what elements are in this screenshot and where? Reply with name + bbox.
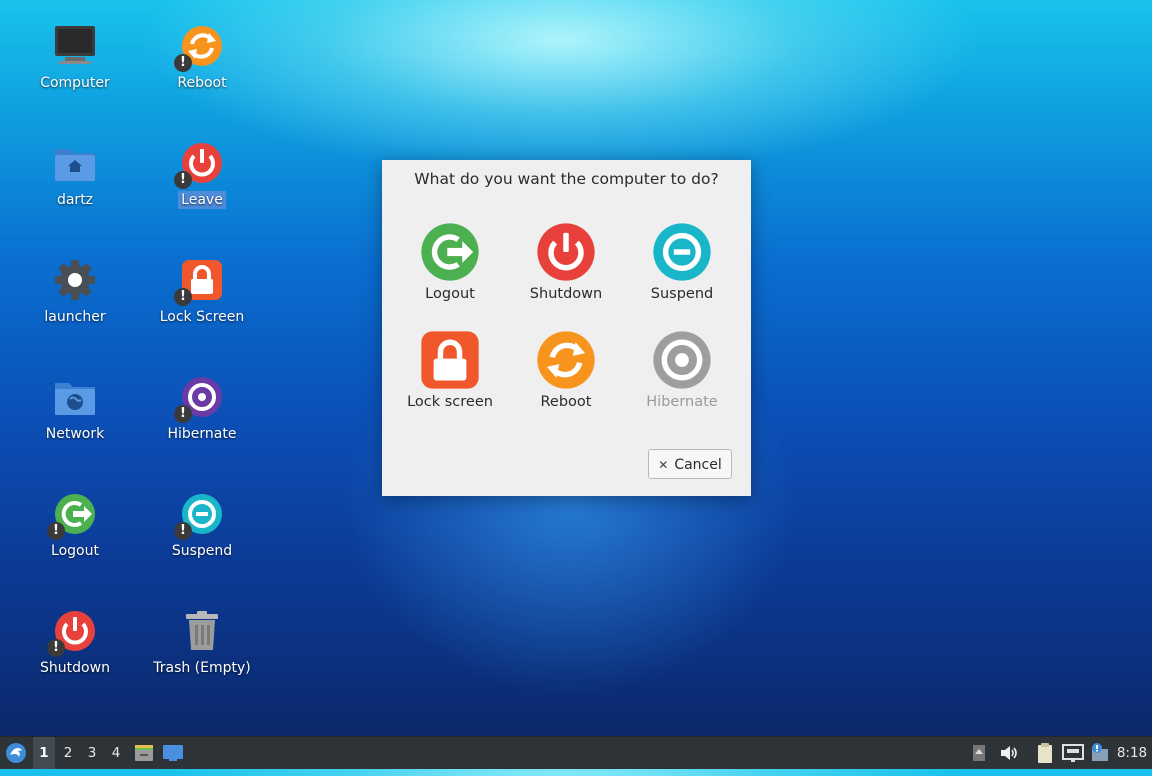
dialog-title: What do you want the computer to do? [414, 170, 719, 188]
computer-icon [53, 24, 97, 68]
lock-screen-button[interactable]: Lock screen [392, 330, 508, 426]
show-desktop-button[interactable] [161, 737, 185, 769]
reboot-icon: ! [174, 24, 224, 72]
close-icon: ✕ [658, 458, 669, 472]
hibernate-button: Hibernate [624, 330, 740, 426]
workspace-4-button[interactable]: 4 [105, 737, 127, 769]
desktop-icon-suspend[interactable]: ! Suspend [147, 474, 257, 578]
network-button[interactable] [1061, 737, 1085, 769]
warning-badge-icon: ! [174, 54, 192, 72]
action-label: Shutdown [529, 286, 603, 302]
action-label: Logout [425, 286, 475, 302]
file-manager-icon [135, 745, 153, 761]
volume-icon [1001, 746, 1017, 760]
warning-badge-icon: ! [47, 522, 65, 540]
clock[interactable]: 8:18 [1114, 737, 1150, 769]
clipboard-button[interactable] [1034, 737, 1056, 769]
home-folder-icon [53, 141, 97, 185]
volume-button[interactable] [997, 737, 1021, 769]
expand-up-icon [973, 745, 985, 761]
desktop-icon-label: Logout [51, 543, 99, 559]
warning-badge-icon: ! [47, 639, 65, 657]
warning-badge-icon: ! [174, 522, 192, 540]
desktop-icon-label: Trash (Empty) [153, 660, 251, 676]
action-label: Hibernate [646, 394, 718, 410]
desktop-icon-computer[interactable]: Computer [20, 6, 130, 110]
desktop-icon-label: Network [45, 426, 105, 442]
file-manager-button[interactable] [133, 737, 155, 769]
desktop-icon-label: Leave [178, 191, 226, 209]
updates-icon [1092, 743, 1108, 761]
logout-button[interactable]: Logout [392, 222, 508, 318]
reboot-icon [536, 330, 596, 390]
desktop-icon-trash[interactable]: Trash (Empty) [147, 591, 257, 695]
shutdown-icon [536, 222, 596, 282]
action-label: Lock screen [407, 394, 493, 410]
desktop-icon-label: Hibernate [167, 426, 237, 442]
desktop-icon [163, 745, 183, 761]
desktop-icon-reboot[interactable]: ! Reboot [147, 6, 257, 110]
desktop-icon-leave[interactable]: ! Leave [147, 123, 257, 227]
trash-icon [180, 609, 224, 653]
hibernate-icon [652, 330, 712, 390]
tray-toggle-button[interactable] [970, 737, 988, 769]
action-label: Reboot [540, 394, 592, 410]
desktop-icon-hibernate[interactable]: ! Hibernate [147, 357, 257, 461]
desktop-icon-logout[interactable]: ! Logout [20, 474, 130, 578]
logout-dialog: What do you want the computer to do? Log… [382, 160, 751, 496]
gear-icon [53, 258, 97, 302]
action-label: Suspend [650, 286, 714, 302]
network-folder-icon [53, 375, 97, 419]
reboot-button[interactable]: Reboot [508, 330, 624, 426]
warning-badge-icon: ! [174, 171, 192, 189]
lock-icon [420, 330, 480, 390]
desktop-icon-label: Shutdown [40, 660, 110, 676]
network-wired-icon [1062, 744, 1084, 762]
start-menu-button[interactable] [2, 737, 30, 769]
desktop-icon-home[interactable]: dartz [20, 123, 130, 227]
suspend-button[interactable]: Suspend [624, 222, 740, 318]
cancel-button[interactable]: ✕ Cancel [648, 449, 732, 479]
lock-icon: ! [174, 258, 224, 306]
desktop-icon-label: Reboot [177, 75, 227, 91]
desktop-icon-label: Computer [40, 75, 110, 91]
hibernate-icon: ! [174, 375, 224, 423]
taskbar: 1 2 3 4 8:18 [0, 736, 1152, 769]
power-icon: ! [174, 141, 224, 189]
desktop-icon-label: launcher [44, 309, 106, 325]
desktop-icon-label: Lock Screen [159, 309, 245, 325]
shutdown-icon: ! [47, 609, 97, 657]
suspend-icon: ! [174, 492, 224, 540]
app-menu-icon [6, 743, 26, 763]
workspace-3-button[interactable]: 3 [81, 737, 103, 769]
logout-icon [420, 222, 480, 282]
notification-button[interactable] [1089, 737, 1111, 769]
desktop-icon-network[interactable]: Network [20, 357, 130, 461]
workspace-1-button[interactable]: 1 [33, 737, 55, 769]
workspace-2-button[interactable]: 2 [57, 737, 79, 769]
desktop-icon-label: Suspend [171, 543, 233, 559]
cancel-label: Cancel [674, 457, 722, 473]
desktop-icon-lock-screen[interactable]: ! Lock Screen [147, 240, 257, 344]
logout-icon: ! [47, 492, 97, 540]
warning-badge-icon: ! [174, 405, 192, 423]
shutdown-button[interactable]: Shutdown [508, 222, 624, 318]
desktop-icon-shutdown[interactable]: ! Shutdown [20, 591, 130, 695]
desktop-icon-launcher[interactable]: launcher [20, 240, 130, 344]
suspend-icon [652, 222, 712, 282]
warning-badge-icon: ! [174, 288, 192, 306]
desktop-icon-label: dartz [56, 192, 94, 208]
clipboard-icon [1038, 743, 1052, 763]
